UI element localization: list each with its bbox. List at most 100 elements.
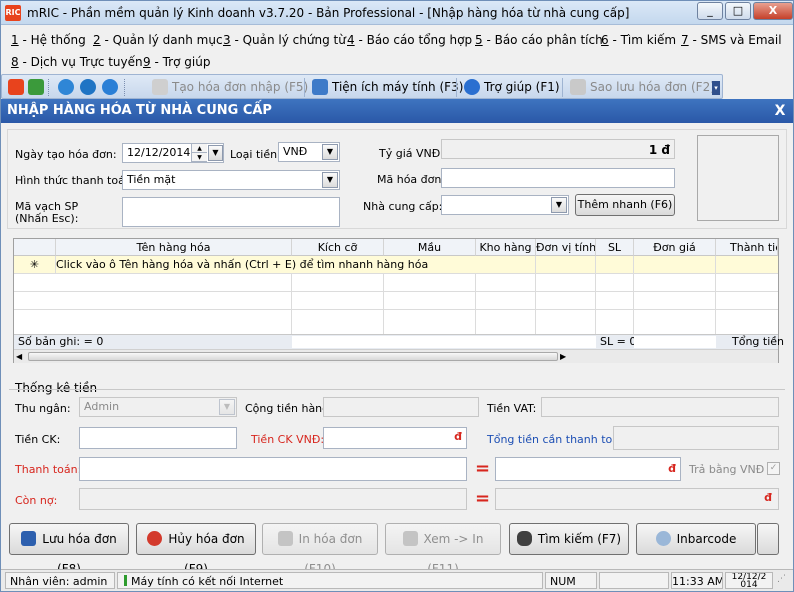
- scrollbar-thumb[interactable]: [28, 352, 558, 361]
- empty-grid-row: [14, 274, 778, 292]
- grid-cell: [384, 292, 476, 310]
- grid-cell: [634, 310, 716, 334]
- grid-cell: [476, 292, 536, 310]
- date-spinner[interactable]: ▲ ▼: [191, 144, 207, 162]
- status-numlock: NUM: [545, 572, 597, 589]
- menu-system[interactable]: 1 - Hệ thống: [11, 31, 86, 49]
- items-grid[interactable]: Tên hàng hóa Kích cỡ Mầu Kho hàng Đơn vị…: [13, 238, 784, 363]
- column-header-name[interactable]: Tên hàng hóa: [56, 239, 292, 256]
- help-button[interactable]: Trợ giúp (F1): [462, 78, 560, 96]
- column-header-warehouse[interactable]: Kho hàng: [476, 239, 536, 256]
- summary-blank: [292, 336, 596, 348]
- restore-button[interactable]: □: [725, 2, 751, 20]
- scroll-left-icon[interactable]: ◀: [16, 352, 22, 361]
- pay-in-vnd-label: Trả bằng VNĐ: [689, 463, 765, 476]
- status-date: 12/12/2 014: [725, 572, 773, 589]
- exchange-rate-field: 1 đ: [441, 139, 675, 159]
- empty-grid-row: [14, 292, 778, 310]
- status-spacer: [599, 572, 669, 589]
- toolbar-grip[interactable]: [48, 79, 51, 96]
- grid-cell: [292, 292, 384, 310]
- save-invoice-button[interactable]: Lưu hóa đơn (F8): [9, 523, 129, 576]
- toolbar-separator: [562, 78, 563, 97]
- menu-help[interactable]: 9 - Trợ giúp: [143, 53, 210, 71]
- preview-print-button[interactable]: Xem -> In (F11): [385, 523, 501, 576]
- grid-cell[interactable]: [476, 256, 536, 274]
- resize-grip-icon[interactable]: ⋰: [777, 574, 791, 588]
- empty-grid-row: [14, 310, 778, 334]
- menu-sms-email[interactable]: 7 - SMS và Email: [681, 31, 782, 49]
- barcode-input[interactable]: [122, 197, 340, 227]
- grid-cell[interactable]: [596, 256, 634, 274]
- search-button[interactable]: Tìm kiếm (F7): [509, 523, 629, 555]
- column-header-color[interactable]: Mầu: [384, 239, 476, 256]
- grid-cell: [14, 292, 292, 310]
- pay-in-vnd-checkbox[interactable]: ✓: [767, 462, 780, 475]
- grid-cell: [596, 274, 634, 292]
- internet-explorer-icon[interactable]: [58, 79, 74, 95]
- grid-summary-row: Số bản ghi: = 0 SL = 0 Tổng tiền: [14, 334, 784, 349]
- column-header-price[interactable]: Đơn giá: [634, 239, 716, 256]
- discount-input[interactable]: [79, 427, 237, 449]
- quick-add-supplier-button[interactable]: Thêm nhanh (F6): [575, 194, 675, 216]
- total-due-field: [613, 426, 779, 450]
- payment-input[interactable]: [79, 457, 467, 481]
- menu-documents[interactable]: 3 - Quản lý chứng từ: [223, 31, 346, 49]
- column-header-size[interactable]: Kích cỡ: [292, 239, 384, 256]
- column-header-quantity[interactable]: SL: [596, 239, 634, 256]
- chevron-down-icon[interactable]: ▼: [322, 172, 338, 188]
- backup-invoice-button[interactable]: Sao lưu hóa đơn (F2): [568, 78, 715, 96]
- chevron-down-icon[interactable]: ▼: [322, 144, 338, 160]
- grid-cell: [536, 292, 596, 310]
- discount-vnd-field[interactable]: đ: [323, 427, 467, 449]
- info-icon[interactable]: [102, 79, 118, 95]
- payment-method-select[interactable]: Tiền mặt ▼: [122, 170, 340, 190]
- summary-blank: [634, 336, 716, 348]
- calendar-dropdown-icon[interactable]: ▼: [208, 145, 223, 161]
- extra-button[interactable]: [757, 523, 779, 555]
- currency-select[interactable]: VNĐ ▼: [278, 142, 340, 162]
- form-close-button[interactable]: X: [771, 99, 789, 123]
- invoice-code-input[interactable]: [441, 168, 675, 188]
- date-picker[interactable]: 12/12/2014 ▲ ▼ ▼: [122, 143, 224, 163]
- invoice-code-label: Mã hóa đơn:: [377, 173, 446, 186]
- globe-icon[interactable]: [80, 79, 96, 95]
- network-icon: [124, 575, 127, 586]
- grid-hint-text: Click vào ô Tên hàng hóa và nhấn (Ctrl +…: [56, 258, 429, 271]
- print-invoice-button[interactable]: In hóa đơn (F10): [262, 523, 378, 576]
- grid-cell: [476, 310, 536, 334]
- column-header-amount[interactable]: Thành tiền: [716, 239, 778, 256]
- payment-vnd-field[interactable]: đ: [495, 457, 681, 481]
- refresh-icon[interactable]: [28, 79, 44, 95]
- debt-vnd-field: đ: [495, 488, 779, 510]
- pencil-icon: [152, 79, 168, 95]
- menu-online-services[interactable]: 8 - Dịch vụ Trực tuyến: [11, 53, 143, 71]
- cloud-icon: [655, 531, 671, 546]
- supplier-select[interactable]: ▼: [441, 195, 569, 215]
- horizontal-scrollbar[interactable]: ◀ ▶: [14, 349, 778, 363]
- ric-icon[interactable]: [8, 79, 24, 95]
- payment-label: Thanh toán:: [15, 463, 82, 476]
- menu-summary-reports[interactable]: 4 - Báo cáo tổng hợp: [347, 31, 472, 49]
- toolbar-overflow-icon[interactable]: ▾: [712, 81, 720, 95]
- close-window-button[interactable]: X: [753, 2, 793, 20]
- grid-cell[interactable]: [536, 256, 596, 274]
- scroll-right-icon[interactable]: ▶: [560, 352, 566, 361]
- column-header-unit[interactable]: Đơn vị tính: [536, 239, 596, 256]
- grid-cell[interactable]: [634, 256, 716, 274]
- utilities-button[interactable]: Tiện ích máy tính (F3): [310, 78, 463, 96]
- toolbar-grip[interactable]: [124, 79, 127, 96]
- inbarcode-button[interactable]: Inbarcode: [636, 523, 756, 555]
- new-item-row[interactable]: ✳ Click vào ô Tên hàng hóa và nhấn (Ctrl…: [14, 256, 778, 274]
- minimize-button[interactable]: _: [697, 2, 723, 20]
- menu-catalog[interactable]: 2 - Quản lý danh mục: [93, 31, 223, 49]
- amount-sum: Tổng tiền: [732, 335, 785, 348]
- create-invoice-button[interactable]: Tạo hóa đơn nhập (F5): [150, 78, 308, 96]
- chevron-down-icon[interactable]: ▼: [551, 197, 567, 213]
- form-header: NHẬP HÀNG HÓA TỪ NHÀ CUNG CẤP X: [1, 99, 793, 123]
- menu-search[interactable]: 6 - Tìm kiếm: [601, 31, 676, 49]
- totals-group-title: Thống kê tiền: [15, 381, 98, 395]
- menu-analysis-reports[interactable]: 5 - Báo cáo phân tích: [475, 31, 603, 49]
- currency-label: Loại tiền:: [230, 148, 281, 161]
- cancel-invoice-button[interactable]: Hủy hóa đơn (F9): [136, 523, 256, 576]
